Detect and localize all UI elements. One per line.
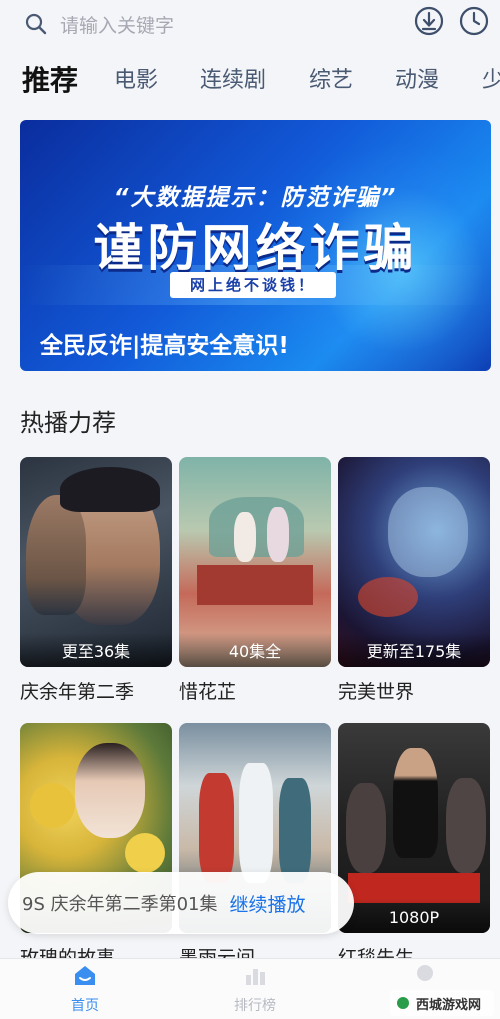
episode-badge: 40集全 [179,633,331,667]
watermark: 西城游戏网 [390,990,494,1016]
episode-badge: 更至36集 [20,633,172,667]
search-icon [25,13,47,35]
card-title: 庆余年第二季 [20,681,135,703]
poster-image: 更至36集 [20,457,172,667]
video-card[interactable]: 40集全 惜花芷 [179,457,331,704]
tab-recommend[interactable]: 推荐 [22,56,78,106]
home-icon [75,966,95,985]
poster-image: 40集全 [179,457,331,667]
banner-title: 谨防网络诈骗 [93,219,418,277]
video-card[interactable]: 更至36集 庆余年第二季 [20,457,172,704]
banner-subtitle: “大数据提示：防范诈骗” [113,185,398,211]
banner-pill: 网上绝不谈钱！ [170,272,336,298]
episode-badge: 更新至175集 [338,633,490,667]
tab-series[interactable]: 连续剧 [200,56,266,106]
category-tabs: 推荐 电影 连续剧 综艺 动漫 少 [0,56,500,108]
ranking-icon [246,969,265,985]
poster-image: 1080P [338,723,490,933]
video-card[interactable]: 1080P 红毯先生 [338,723,490,970]
banner-caption: 全民反诈|提高安全意识! [40,333,289,359]
tab-movies[interactable]: 电影 [114,56,158,106]
top-bar: 请输入关键字 [0,0,500,52]
search-input[interactable]: 请输入关键字 [60,11,174,38]
section-title: 热播力荐 [20,409,116,437]
continue-watching-progress: 9S 庆余年第二季第01集 [22,894,218,915]
search-box[interactable]: 请输入关键字 [24,4,394,44]
nav-label-home: 首页 [71,998,99,1014]
watermark-logo-icon [397,997,409,1009]
tab-variety[interactable]: 综艺 [309,56,353,106]
watermark-text: 西城游戏网 [416,997,482,1013]
tab-kids[interactable]: 少 [482,56,500,106]
card-title: 惜花芷 [179,681,237,703]
quality-badge: 1080P [338,899,490,933]
poster-image: 更新至175集 [338,457,490,667]
nav-label-ranking: 排行榜 [234,998,276,1014]
download-icon[interactable] [413,5,445,37]
video-card[interactable]: 更新至175集 完美世界 [338,457,490,704]
nav-item-ranking[interactable]: 排行榜 [215,963,295,1015]
continue-play-button[interactable]: 继续播放 [230,890,306,917]
continue-watching-bar[interactable]: 9S 庆余年第二季第01集 继续播放 [8,872,354,934]
promo-banner[interactable]: “大数据提示：防范诈骗” 谨防网络诈骗 网上绝不谈钱！ 全民反诈|提高安全意识! [20,120,491,371]
nav-item-home[interactable]: 首页 [45,963,125,1015]
tab-anime[interactable]: 动漫 [395,56,439,106]
history-clock-icon[interactable] [458,5,490,37]
card-title: 完美世界 [338,681,415,703]
profile-icon [417,965,433,981]
